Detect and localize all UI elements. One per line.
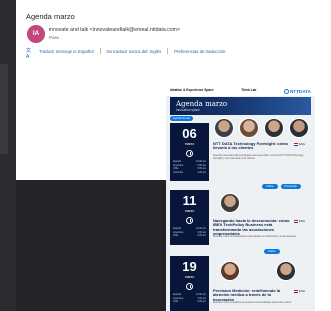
email-subject: Agenda marzo xyxy=(26,12,75,21)
banner-title: Agenda marzo xyxy=(176,100,228,108)
speaker-photos xyxy=(214,118,309,138)
speaker-photo xyxy=(220,261,240,281)
time-row: Colombia 4:00 am xyxy=(173,171,206,175)
time-value: 6:00 am xyxy=(197,234,206,238)
time-country: Chile xyxy=(173,300,179,304)
strip-notch xyxy=(0,64,8,154)
event-language: ENG xyxy=(294,289,305,293)
time-country: Chile xyxy=(173,234,179,238)
time-value: 4:00 am xyxy=(197,170,206,174)
mode-pill[interactable]: Online xyxy=(262,184,278,189)
translate-link[interactable]: Traducir mensaje a: Español xyxy=(39,49,94,54)
divider xyxy=(99,48,101,54)
event-title: Precision Medicine: redefiniendo la aten… xyxy=(213,288,281,302)
language-label: ENG xyxy=(299,142,306,146)
ntt-ring-icon xyxy=(283,88,289,94)
agenda-banner: Agenda marzo innovation space xyxy=(170,97,311,115)
event-month: marzo xyxy=(184,142,195,146)
translation-prefs-link[interactable]: Preferencias de traducción xyxy=(174,49,225,54)
mode-pill[interactable]: Online xyxy=(264,249,280,254)
speaker-photo xyxy=(220,193,240,213)
time-row: Chile 6:00 am xyxy=(173,234,206,238)
event-day: 19 xyxy=(182,259,197,274)
event-description: Descubre cómo la medicina de precisión e… xyxy=(213,302,292,304)
speaker-photo xyxy=(239,118,259,138)
event-day: 06 xyxy=(182,126,197,141)
sender-address[interactable]: innovate and talk <innovateandtalk@emeal… xyxy=(49,27,180,33)
uk-flag-icon xyxy=(294,142,298,146)
time-country: Colombia xyxy=(173,170,184,174)
event-date-card: 11 marzo España 10:00 am Argentina 6:00 am… xyxy=(170,190,209,245)
speaker-photo xyxy=(289,118,309,138)
event-date-card: 06 marzo España 10:00 am Argentina 6:00 am… xyxy=(170,123,209,181)
translate-icon: 文A xyxy=(26,48,32,60)
hybrid-tag: Hybrid format xyxy=(170,116,193,121)
event-pills: Online Presencial xyxy=(262,184,301,189)
event-day: 11 xyxy=(182,193,197,208)
language-label: ENG xyxy=(299,219,306,223)
banner-subtitle: innovation space xyxy=(176,108,200,112)
event-language: ENG xyxy=(294,142,305,146)
event-title: Navegando hacia lo desconocido: cómo IBE… xyxy=(213,218,290,237)
event-month: marzo xyxy=(184,275,195,279)
speaker-photo xyxy=(276,261,296,281)
pane-dark-area xyxy=(16,180,166,311)
event-times: España 10:00 am Argentina 6:00 am Chile 6:0… xyxy=(170,293,209,304)
event-pills: Online xyxy=(264,249,280,254)
clock-icon xyxy=(186,217,193,224)
clock-icon xyxy=(186,150,193,157)
event-language: ENG xyxy=(294,219,305,223)
time-row: Chile 6:00 am xyxy=(173,300,206,304)
event-times: España 10:00 am Argentina 6:00 am Chile 6:0… xyxy=(170,227,209,238)
clock-icon xyxy=(186,283,193,290)
uk-flag-icon xyxy=(294,219,298,223)
event-times: España 10:00 am Argentina 6:00 am Chile 6:0… xyxy=(170,160,209,174)
language-label: ENG xyxy=(299,289,306,293)
uk-flag-icon xyxy=(294,289,298,293)
event-date-card: 19 marzo España 10:00 am Argentina 6:00 am… xyxy=(170,256,209,311)
ntt-data-logo: NTTDATA xyxy=(283,88,311,94)
speaker-photo xyxy=(264,118,284,138)
event-description: Descubre las tendencias tecnológicas cla… xyxy=(213,155,304,160)
sender-avatar[interactable]: IA xyxy=(27,25,45,43)
time-value: 6:00 am xyxy=(197,300,206,304)
newsletter-header: Ideation & Experience Space Think Lab NT… xyxy=(166,86,315,96)
newsletter-image: Ideation & Experience Space Think Lab NT… xyxy=(166,86,315,311)
event-month: marzo xyxy=(184,209,195,213)
ideation-logo: Ideation & Experience Space xyxy=(170,88,214,93)
speaker-photos xyxy=(220,193,240,213)
event-description: Descubre cómo las asociaciones empresari… xyxy=(213,236,297,238)
thinklab-logo: Think Lab xyxy=(241,88,257,93)
speaker-photos xyxy=(220,261,296,281)
event-title: NTT DATA Technology Foresight: cómo llev… xyxy=(213,141,288,151)
recipient-label: Para xyxy=(49,35,59,40)
never-translate-link[interactable]: No traducir nunca del: Inglés xyxy=(107,49,162,54)
divider xyxy=(167,48,169,54)
speaker-photo xyxy=(214,118,234,138)
translate-bar: 文A Traducir mensaje a: Español No traduc… xyxy=(26,47,225,60)
mode-pill[interactable]: Presencial xyxy=(280,184,301,189)
viewer-left-strip xyxy=(0,0,16,311)
ntt-logo-text: NTTDATA xyxy=(289,88,311,94)
